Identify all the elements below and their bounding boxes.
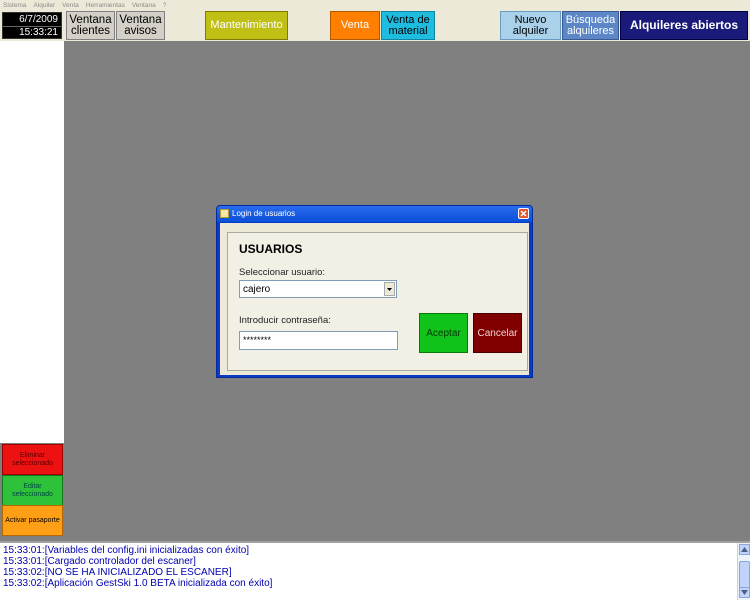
log-line: 15:33:02:[Aplicación GestSki 1.0 BETA in… [3,578,273,589]
log-scrollbar[interactable] [737,543,750,600]
close-icon[interactable] [518,208,529,219]
eliminar-seleccionado-button[interactable]: Eliminar seleccionado [2,444,63,475]
user-select[interactable]: cajero [239,280,397,298]
ventana-clientes-button[interactable]: Ventana clientes [66,11,115,40]
log-line: 15:33:01:[Variables del config.ini inici… [3,545,250,556]
accept-button[interactable]: Aceptar [419,313,468,353]
menu-bar: Sistema Alquiler Venta Herramientas Vent… [0,0,750,11]
menu-venta[interactable]: Venta [62,0,79,11]
mantenimiento-button[interactable]: Mantenimiento [205,11,288,40]
venta-material-button[interactable]: Venta de material [381,11,435,40]
log-line: 15:33:01:[Cargado controlador del escane… [3,556,196,567]
chevron-down-icon[interactable] [384,282,395,296]
dialog-title: Login de usuarios [232,209,296,218]
login-form: USUARIOS Seleccionar usuario: cajero Int… [227,232,528,371]
toolbar: 6/7/2009 15:33:21 Ventana clientes Venta… [0,11,750,41]
cancel-button[interactable]: Cancelar [473,313,522,353]
menu-help[interactable]: ? [163,0,167,11]
user-select-value: cajero [243,284,271,295]
scroll-thumb[interactable] [739,561,750,589]
menu-ventana[interactable]: Ventana [132,0,156,11]
datetime-display: 6/7/2009 15:33:21 [2,12,62,39]
password-field[interactable]: ******** [239,331,398,350]
users-heading: USUARIOS [239,242,303,256]
select-user-label: Seleccionar usuario: [239,267,326,278]
editar-seleccionado-button[interactable]: Editar seleccionado [2,475,63,506]
menu-alquiler[interactable]: Alquiler [33,0,55,11]
date-label: 6/7/2009 [19,14,58,25]
window-icon [220,209,229,218]
busqueda-alquileres-button[interactable]: Búsqueda alquileres [562,11,619,40]
log-panel: 15:33:01:[Variables del config.ini inici… [0,541,750,600]
dialog-body: USUARIOS Seleccionar usuario: cajero Int… [220,223,529,375]
login-dialog: Login de usuarios USUARIOS Seleccionar u… [216,205,533,378]
alquileres-abiertos-button[interactable]: Alquileres abiertos [620,11,748,40]
activar-pasaporte-button[interactable]: Activar pasaporte [2,505,63,536]
chevron-up-icon[interactable] [739,544,750,555]
log-line: 15:33:02:[NO SE HA INICIALIZADO EL ESCAN… [3,567,232,578]
nuevo-alquiler-button[interactable]: Nuevo alquiler [500,11,561,40]
dialog-titlebar[interactable]: Login de usuarios [217,206,532,222]
chevron-down-icon[interactable] [739,587,750,598]
venta-button[interactable]: Venta [330,11,380,40]
time-label: 15:33:21 [19,27,58,38]
ventana-avisos-button[interactable]: Ventana avisos [116,11,165,40]
menu-sistema[interactable]: Sistema [3,0,26,11]
left-list-panel[interactable] [0,41,65,443]
menu-herramientas[interactable]: Herramientas [86,0,125,11]
password-label: Introducir contraseña: [239,315,331,326]
